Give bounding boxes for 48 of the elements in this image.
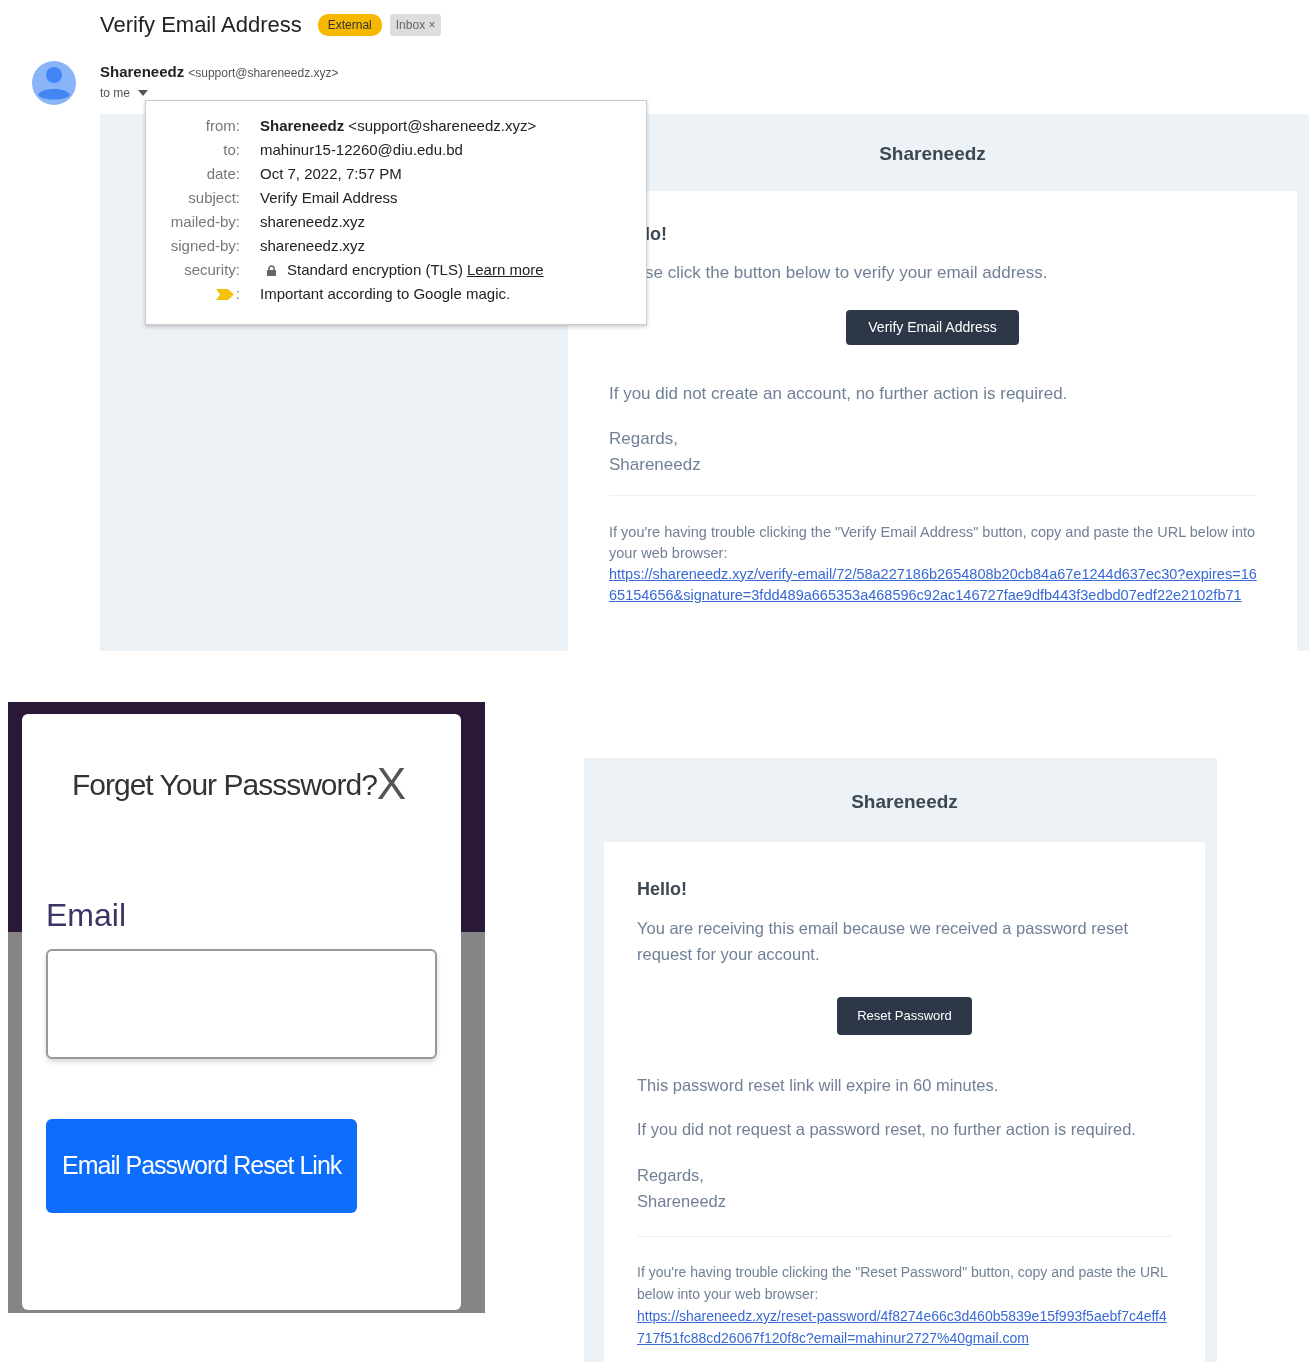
regards-text: Regards, xyxy=(637,1165,705,1186)
learn-more-link[interactable]: Learn more xyxy=(466,258,544,282)
external-label: External xyxy=(317,13,382,36)
close-button[interactable]: X xyxy=(376,762,407,806)
recipient-text: to me xyxy=(100,84,130,102)
regards-text: Shareneedz xyxy=(637,1191,727,1212)
label-text: mailed-by: xyxy=(170,211,240,232)
reset-password-button[interactable]: Reset Password xyxy=(837,997,972,1035)
brand-title: Shareneedz xyxy=(850,790,959,814)
verify-button[interactable]: Verify Email Address xyxy=(846,309,1019,345)
modal-title: Forget Your Passsword? xyxy=(72,767,377,803)
regards-text: Regards, xyxy=(609,428,679,450)
body-text: This password reset link will expire in 60 minutes. xyxy=(637,1074,1000,1096)
detail-value: Standard encryption (TLS) xyxy=(287,259,463,280)
label-text: subject: xyxy=(188,187,240,208)
trouble-text: If you're having trouble clicking the "Reset Password" button, copy and paste the URL below into your web browser: https://shareneedz.xyz/reset-password/4f8274e66c3d460b5839e15f993f5aebf7c4eff4717f51fc88cd26067f120f8c?email=mahinur2727%40gmail.com xyxy=(637,1261,1172,1349)
detail-value: Verify Email Address xyxy=(260,187,398,208)
email-subject: Verify Email Address xyxy=(100,11,302,39)
reset-link-button[interactable]: Email Password Reset Link xyxy=(46,1119,358,1213)
body-text: If you did not request a password reset, no further action is required. xyxy=(637,1119,1137,1141)
lock-icon xyxy=(266,264,277,276)
detail-value: Oct 7, 2022, 7:57 PM xyxy=(260,163,402,184)
label-text: to: xyxy=(223,139,240,160)
trouble-text: If you're having trouble clicking the "Verify Email Address" button, copy and paste the URL below into your web browser: https://shareneedz.xyz/verify-email/72/58a227186b2654808b20cb84a67e1244d637ec30?expires=1665154656&signature=3fdd489a665353a468596c92ac146727fae9dfb443f3edbd07edf22e2102fb71 xyxy=(609,522,1257,606)
email-input[interactable] xyxy=(46,949,437,1059)
greeting-text: Hello! xyxy=(637,878,688,901)
verify-link[interactable]: https://shareneedz.xyz/verify-email/72/58a227186b2654808b20cb84a67e1244d637ec30?expires=1665154656&signature=3fdd489a665353a468596c92ac146727fae9dfb443f3edbd07edf22e2102fb71 xyxy=(609,564,1257,606)
sender-name: Shareneedz xyxy=(100,62,185,82)
detail-value: shareneedz.xyz xyxy=(260,235,366,256)
detail-value: Important according to Google magic. xyxy=(260,283,511,304)
body-text: You are receiving this email because we received a password reset request for your account. xyxy=(637,918,1129,965)
folder-label[interactable]: Inbox × xyxy=(389,13,442,36)
label-text: : xyxy=(235,283,240,304)
importance-marker-icon xyxy=(215,288,234,300)
caret-icon[interactable] xyxy=(138,89,148,96)
brand-title: Shareneedz xyxy=(878,142,987,166)
detail-value: mahinur15-12260@diu.edu.bd xyxy=(260,139,463,160)
reset-link[interactable]: https://shareneedz.xyz/reset-password/4f8274e66c3d460b5839e15f993f5aebf7c4eff4717f51fc88cd26067f120f8c?email=mahinur2727%40gmail.com xyxy=(637,1305,1172,1349)
label-text: date: xyxy=(206,163,240,184)
detail-value: Shareneedz <support@shareneedz.xyz> xyxy=(260,115,537,136)
regards-text: Shareneedz xyxy=(609,453,702,476)
sender-address: <support@shareneedz.xyz> xyxy=(188,65,339,82)
label-text: security: xyxy=(184,259,240,280)
email-label: Email xyxy=(46,896,127,935)
label-text: from: xyxy=(205,115,240,136)
label-text: signed-by: xyxy=(170,235,240,256)
body-text: If you did not create an account, no further action is required. xyxy=(609,382,1069,405)
detail-value: shareneedz.xyz xyxy=(260,211,366,232)
